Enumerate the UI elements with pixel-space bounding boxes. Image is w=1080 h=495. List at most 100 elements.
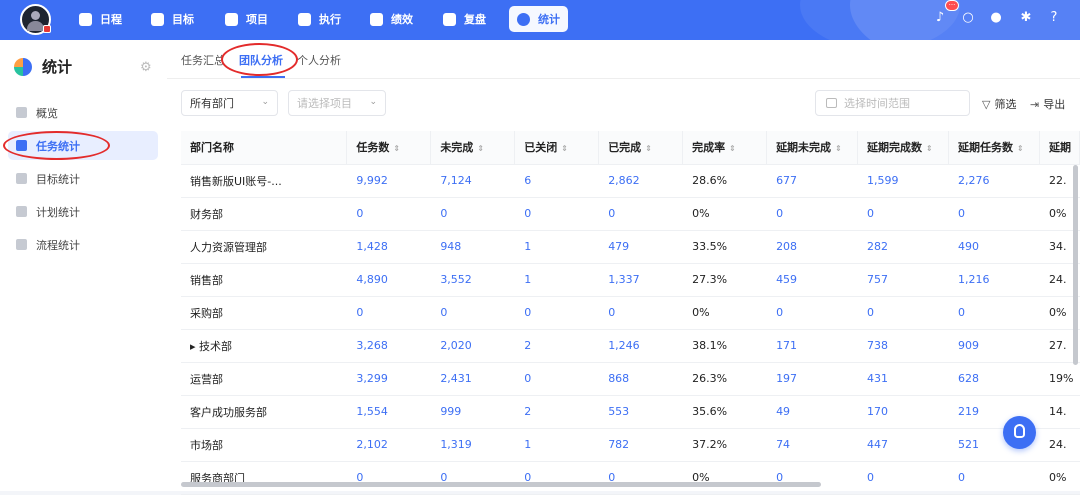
table-cell[interactable]: 171 [766, 329, 858, 363]
help-bulb-button[interactable] [1003, 416, 1036, 449]
sort-icon[interactable]: ⇕ [835, 144, 842, 153]
table-cell[interactable]: 431 [857, 362, 949, 396]
table-cell[interactable]: 0 [514, 461, 599, 495]
table-cell[interactable]: 948 [430, 230, 515, 264]
table-cell[interactable]: 0 [766, 296, 858, 330]
vertical-scrollbar[interactable] [1073, 165, 1078, 365]
table-cell[interactable]: 738 [857, 329, 949, 363]
table-cell[interactable]: 0 [948, 461, 1040, 495]
table-cell[interactable]: 1,599 [857, 164, 949, 198]
table-cell[interactable]: 2,020 [430, 329, 515, 363]
bell-icon[interactable]: ♪ [933, 11, 947, 25]
table-cell[interactable]: 628 [948, 362, 1040, 396]
table-cell[interactable]: 479 [598, 230, 683, 264]
column-header[interactable]: 延期完成数 ⇕ [857, 131, 949, 165]
table-cell[interactable]: 553 [598, 395, 683, 429]
tab-task-summary[interactable]: 任务汇总 [181, 52, 225, 68]
table-cell[interactable]: 0 [857, 296, 949, 330]
date-range-picker[interactable]: 选择时间范围 [815, 90, 970, 116]
column-header[interactable]: 完成率 ⇕ [682, 131, 768, 165]
table-cell[interactable]: 49 [766, 395, 858, 429]
table-cell[interactable]: 9,992 [346, 164, 431, 198]
nav-item-statistics[interactable]: 统计 [509, 6, 568, 32]
table-cell[interactable]: 0 [948, 197, 1040, 231]
table-cell[interactable]: 1,216 [948, 263, 1040, 297]
table-cell[interactable]: 0 [430, 461, 515, 495]
table-cell[interactable]: 3,268 [346, 329, 431, 363]
column-header[interactable]: 延期 [1039, 131, 1080, 165]
table-cell[interactable]: 677 [766, 164, 858, 198]
table-cell[interactable]: 447 [857, 428, 949, 462]
column-header[interactable]: 延期任务数 ⇕ [948, 131, 1040, 165]
column-header[interactable]: 延期未完成 ⇕ [766, 131, 859, 165]
table-row[interactable]: 采购部 0 0 0 0 0% 0 0 0 0% [181, 296, 1080, 330]
column-header[interactable]: 已关闭 ⇕ [514, 131, 600, 165]
table-cell[interactable]: 868 [598, 362, 683, 396]
table-row[interactable]: 人力资源管理部 1,428 948 1 479 33.5% 208 282 490 34. [181, 230, 1080, 264]
table-row[interactable]: 销售新版UI账号-... 9,992 7,124 6 2,862 28.6% 677 1,59… [181, 164, 1080, 198]
user-shield-icon[interactable]: ● [989, 11, 1003, 25]
table-cell[interactable]: 0 [948, 296, 1040, 330]
table-cell[interactable]: 1 [514, 428, 599, 462]
sidebar-item-goal-stats[interactable]: 目标统计 [8, 164, 158, 193]
table-cell[interactable]: 490 [948, 230, 1040, 264]
table-cell[interactable]: 2,862 [598, 164, 683, 198]
table-cell[interactable]: 0 [857, 461, 949, 495]
table-cell[interactable]: 197 [766, 362, 858, 396]
table-cell[interactable]: 1 [514, 230, 599, 264]
settings-icon[interactable]: ⚙ [140, 60, 152, 75]
table-cell[interactable]: 0 [346, 197, 431, 231]
nav-item-execute[interactable]: 执行 [298, 6, 341, 32]
table-cell[interactable]: 2,276 [948, 164, 1040, 198]
help-icon[interactable]: ? [1047, 11, 1061, 25]
table-cell[interactable]: 3,552 [430, 263, 515, 297]
sidebar-item-overview[interactable]: 概览 [8, 98, 158, 127]
table-cell[interactable]: 0 [857, 197, 949, 231]
table-cell[interactable]: 1 [514, 263, 599, 297]
nav-item-project[interactable]: 项目 [225, 6, 268, 32]
sidebar-item-plan-stats[interactable]: 计划统计 [8, 197, 158, 226]
table-row[interactable]: 市场部 2,102 1,319 1 782 37.2% 74 447 521 24. [181, 428, 1080, 462]
table-cell[interactable]: 0 [766, 197, 858, 231]
table-cell[interactable]: 3,299 [346, 362, 431, 396]
nav-item-goal[interactable]: 目标 [151, 6, 194, 32]
table-cell[interactable]: 2 [514, 329, 599, 363]
sort-icon[interactable]: ⇕ [645, 144, 652, 153]
column-header[interactable]: 未完成 ⇕ [430, 131, 516, 165]
table-cell[interactable]: 0 [514, 362, 599, 396]
avatar[interactable] [20, 4, 51, 35]
gear-icon[interactable]: ✱ [1019, 11, 1033, 25]
table-cell[interactable]: 0 [766, 461, 858, 495]
table-cell[interactable]: 74 [766, 428, 858, 462]
table-cell[interactable]: 1,319 [430, 428, 515, 462]
sort-icon[interactable]: ⇕ [729, 144, 736, 153]
sort-icon[interactable]: ⇕ [393, 144, 400, 153]
table-cell[interactable]: 1,554 [346, 395, 431, 429]
table-cell[interactable]: 1,428 [346, 230, 431, 264]
table-cell[interactable]: 282 [857, 230, 949, 264]
table-cell[interactable]: 2 [514, 395, 599, 429]
table-cell[interactable]: 909 [948, 329, 1040, 363]
horizontal-scrollbar[interactable] [181, 482, 821, 487]
nav-item-performance[interactable]: 绩效 [370, 6, 413, 32]
project-select[interactable]: 请选择项目 ⌄ [288, 90, 386, 116]
table-cell[interactable]: 0 [514, 197, 599, 231]
table-cell[interactable]: 1,337 [598, 263, 683, 297]
column-header[interactable]: 部门名称 [181, 131, 348, 165]
table-cell[interactable]: 1,246 [598, 329, 683, 363]
table-cell[interactable]: 782 [598, 428, 683, 462]
sort-icon[interactable]: ⇕ [1017, 144, 1024, 153]
sort-icon[interactable]: ⇕ [561, 144, 568, 153]
table-cell[interactable]: 208 [766, 230, 858, 264]
table-row[interactable]: 服务商部门 0 0 0 0 0% 0 0 0 0% [181, 461, 1080, 495]
filter-button[interactable]: ▽ 筛选 [982, 96, 1016, 112]
table-row[interactable]: 客户成功服务部 1,554 999 2 553 35.6% 49 170 219 14. [181, 395, 1080, 429]
column-header[interactable]: 任务数 ⇕ [346, 131, 432, 165]
table-cell[interactable]: 0 [430, 197, 515, 231]
table-cell[interactable]: 0 [346, 296, 431, 330]
sort-icon[interactable]: ⇕ [477, 144, 484, 153]
table-cell[interactable]: 0 [598, 296, 683, 330]
table-row[interactable]: 财务部 0 0 0 0 0% 0 0 0 0% [181, 197, 1080, 231]
export-button[interactable]: ⇥ 导出 [1030, 96, 1065, 112]
table-cell[interactable]: 0 [598, 461, 683, 495]
